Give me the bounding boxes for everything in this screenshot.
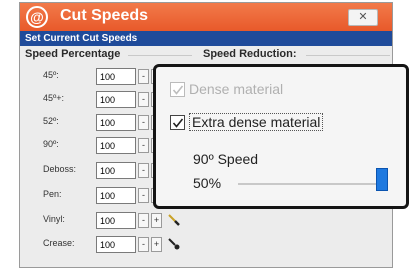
divider	[128, 55, 192, 56]
speed-input-deboss[interactable]	[96, 162, 136, 179]
row-label: 45º+:	[43, 93, 65, 103]
speed-input-crease[interactable]	[96, 236, 136, 253]
decrement-button[interactable]: -	[138, 138, 149, 153]
row-label: Crease:	[43, 238, 75, 248]
speed-slider-track[interactable]	[238, 183, 376, 185]
row-label: Vinyl:	[43, 214, 65, 224]
row-label: 52º:	[43, 116, 59, 126]
speed-title: 90º Speed	[193, 151, 259, 167]
speed-slider-thumb[interactable]	[376, 168, 388, 191]
decrement-button[interactable]: -	[138, 188, 149, 203]
extra-dense-material-checkbox[interactable]	[170, 114, 185, 130]
speed-row-crease: Crease: - +	[20, 234, 180, 256]
decrement-button[interactable]: -	[138, 237, 149, 252]
speed-input-vinyl[interactable]	[96, 212, 136, 229]
increment-button[interactable]: +	[151, 213, 162, 228]
dense-material-option[interactable]: Dense material	[170, 81, 283, 97]
increment-button[interactable]: +	[151, 237, 162, 252]
row-label: 90º:	[43, 139, 59, 149]
decrement-button[interactable]: -	[138, 69, 149, 84]
speed-input-45-plus[interactable]	[96, 91, 136, 108]
speed-input-45[interactable]	[96, 68, 136, 85]
dense-material-label: Dense material	[189, 81, 284, 97]
row-label: Pen:	[43, 189, 62, 199]
decrement-button[interactable]: -	[138, 163, 149, 178]
app-logo-icon: @	[26, 6, 48, 28]
speed-row-vinyl: Vinyl: - +	[20, 210, 180, 232]
window-title: Cut Speeds	[60, 7, 149, 24]
dense-material-checkbox[interactable]	[170, 81, 185, 97]
speed-value: 50%	[193, 175, 222, 191]
speed-input-90[interactable]	[96, 137, 136, 154]
check-icon	[172, 85, 184, 95]
speed-input-52[interactable]	[96, 114, 136, 131]
check-icon	[172, 118, 184, 128]
extra-dense-material-label: Extra dense material	[189, 113, 324, 131]
divider	[306, 55, 390, 56]
extra-dense-material-option[interactable]: Extra dense material	[170, 113, 324, 131]
speed-reduction-popup: Dense material Extra dense material 90º …	[153, 64, 409, 209]
section-header: Set Current Cut Speeds	[20, 31, 392, 46]
speed-percentage-heading: Speed Percentage	[25, 48, 121, 60]
close-button[interactable]: ✕	[348, 9, 378, 26]
decrement-button[interactable]: -	[138, 213, 149, 228]
row-label: 45º:	[43, 70, 59, 80]
row-label: Deboss:	[43, 164, 77, 174]
crease-tool-icon	[168, 238, 180, 250]
knife-icon	[168, 214, 180, 226]
title-bar: @ Cut Speeds ✕	[20, 3, 392, 31]
speed-reduction-heading: Speed Reduction:	[203, 48, 297, 60]
speed-input-pen[interactable]	[96, 187, 136, 204]
decrement-button[interactable]: -	[138, 115, 149, 130]
decrement-button[interactable]: -	[138, 92, 149, 107]
